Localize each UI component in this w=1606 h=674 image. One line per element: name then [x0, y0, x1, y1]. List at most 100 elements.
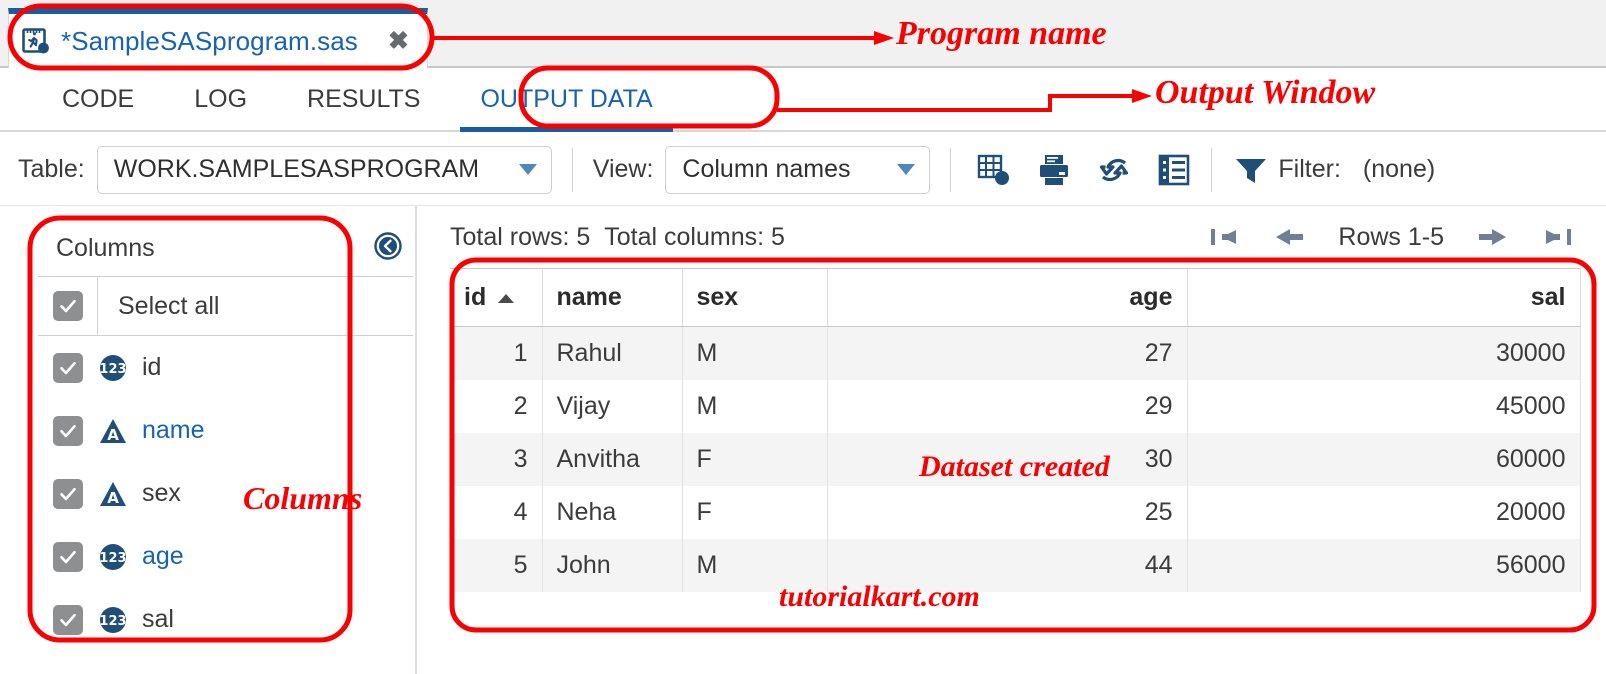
select-all-row[interactable]: Select all: [38, 276, 413, 336]
column-checkbox-sal[interactable]: [53, 605, 83, 635]
column-item-label: id: [142, 353, 161, 382]
cell-id: 5: [450, 539, 542, 592]
cell-sex: F: [682, 433, 827, 486]
rows-range-label: Rows 1-5: [1338, 223, 1444, 252]
column-checkbox-cell: [38, 479, 98, 509]
column-header-age[interactable]: age: [827, 269, 1187, 327]
cell-name: Anvitha: [542, 433, 682, 486]
column-header-id[interactable]: id: [450, 269, 542, 327]
numeric-123-icon: 123: [98, 542, 128, 572]
svg-text:123: 123: [99, 362, 126, 377]
toolbar-divider-1: [572, 148, 573, 192]
print-icon[interactable]: [1037, 153, 1071, 187]
cell-age: 44: [827, 539, 1187, 592]
table-select[interactable]: WORK.SAMPLESASPROGRAM: [97, 146, 552, 194]
grid-info-bar: Total rows: 5 Total columns: 5 R: [450, 206, 1590, 268]
select-all-label: Select all: [98, 292, 219, 321]
svg-text:A: A: [107, 426, 119, 444]
column-item-name[interactable]: A name: [38, 399, 413, 462]
column-item-label: name: [142, 416, 205, 445]
cell-id: 2: [450, 380, 542, 433]
cell-sex: F: [682, 486, 827, 539]
tab-log[interactable]: LOG: [164, 85, 277, 130]
column-checkbox-name[interactable]: [53, 416, 83, 446]
column-item-sal[interactable]: 123 sal: [38, 588, 413, 651]
work-area: Columns Select all: [0, 206, 1606, 674]
tab-results[interactable]: RESULTS: [277, 85, 450, 130]
cell-name: Vijay: [542, 380, 682, 433]
previous-page-icon[interactable]: [1274, 224, 1304, 250]
chevron-down-icon: [897, 164, 915, 175]
tab-output-data[interactable]: OUTPUT DATA: [450, 85, 682, 130]
filter-label: Filter:: [1278, 155, 1341, 184]
cell-sex: M: [682, 327, 827, 380]
data-toolbar: Table: WORK.SAMPLESASPROGRAM View: Colum…: [0, 134, 1606, 206]
section-tab-bar: CODE LOG RESULTS OUTPUT DATA: [0, 70, 1606, 132]
column-checkbox-age[interactable]: [53, 542, 83, 572]
panel-divider[interactable]: [415, 206, 417, 674]
close-icon[interactable]: ✖: [384, 29, 413, 54]
character-a-icon: A: [98, 479, 128, 509]
pagination-controls: Rows 1-5: [1210, 223, 1590, 252]
data-grid-area: Total rows: 5 Total columns: 5 R: [450, 206, 1590, 674]
select-all-checkbox[interactable]: [53, 291, 83, 321]
svg-text:123: 123: [99, 551, 126, 566]
filter-value: (none): [1363, 155, 1435, 184]
column-item-label: age: [142, 542, 184, 571]
toolbar-icon-group: [977, 153, 1191, 187]
properties-icon[interactable]: [1157, 153, 1191, 187]
columns-panel-title: Columns: [56, 234, 155, 263]
first-page-icon[interactable]: [1210, 224, 1240, 250]
next-page-icon[interactable]: [1478, 224, 1508, 250]
character-a-icon: A: [98, 416, 128, 446]
cell-sex: M: [682, 380, 827, 433]
column-checkbox-sex[interactable]: [53, 479, 83, 509]
column-item-sex[interactable]: A sex: [38, 462, 413, 525]
column-header-name[interactable]: name: [542, 269, 682, 327]
sort-ascending-icon: [498, 294, 514, 303]
table-row[interactable]: 5 John M 44 56000: [450, 539, 1580, 592]
svg-text:A: A: [107, 489, 119, 507]
cell-age: 25: [827, 486, 1187, 539]
column-item-age[interactable]: 123 age: [38, 525, 413, 588]
cell-sal: 60000: [1187, 433, 1580, 486]
toolbar-divider-3: [1211, 148, 1212, 192]
numeric-123-icon: 123: [98, 605, 128, 635]
chevron-down-icon: [519, 164, 537, 175]
tab-code[interactable]: CODE: [0, 85, 164, 130]
funnel-icon[interactable]: [1234, 153, 1268, 187]
cell-id: 3: [450, 433, 542, 486]
last-page-icon[interactable]: [1542, 224, 1572, 250]
toolbar-divider-2: [950, 148, 951, 192]
open-table-icon[interactable]: [977, 153, 1011, 187]
select-all-checkbox-cell: [38, 277, 98, 335]
table-row[interactable]: 1 Rahul M 27 30000: [450, 327, 1580, 380]
program-tab[interactable]: *SampleSASprogram.sas ✖: [8, 8, 428, 68]
table-row[interactable]: 3 Anvitha F 30 60000: [450, 433, 1580, 486]
refresh-icon[interactable]: [1097, 153, 1131, 187]
column-checkbox-cell: [38, 353, 98, 383]
columns-panel-header: Columns: [28, 220, 413, 276]
tab-strip: *SampleSASprogram.sas ✖: [0, 0, 1606, 68]
cell-age: 30: [827, 433, 1187, 486]
cell-sal: 56000: [1187, 539, 1580, 592]
table-row[interactable]: 4 Neha F 25 20000: [450, 486, 1580, 539]
table-row[interactable]: 2 Vijay M 29 45000: [450, 380, 1580, 433]
columns-panel: Columns Select all: [28, 220, 413, 660]
cell-name: Rahul: [542, 327, 682, 380]
cell-id: 4: [450, 486, 542, 539]
column-item-label: sex: [142, 479, 181, 508]
column-header-sal[interactable]: sal: [1187, 269, 1580, 327]
numeric-123-icon: 123: [98, 353, 128, 383]
view-select-value: Column names: [682, 155, 850, 184]
view-select[interactable]: Column names: [665, 146, 930, 194]
filter-group[interactable]: Filter: (none): [1234, 153, 1435, 187]
table-label: Table:: [18, 155, 85, 184]
column-item-id[interactable]: 123 id: [38, 336, 413, 399]
program-tab-title: *SampleSASprogram.sas: [61, 26, 358, 57]
column-checkbox-id[interactable]: [53, 353, 83, 383]
cell-age: 27: [827, 327, 1187, 380]
collapse-left-icon[interactable]: [373, 231, 403, 266]
column-item-label: sal: [142, 605, 174, 634]
column-header-sex[interactable]: sex: [682, 269, 827, 327]
